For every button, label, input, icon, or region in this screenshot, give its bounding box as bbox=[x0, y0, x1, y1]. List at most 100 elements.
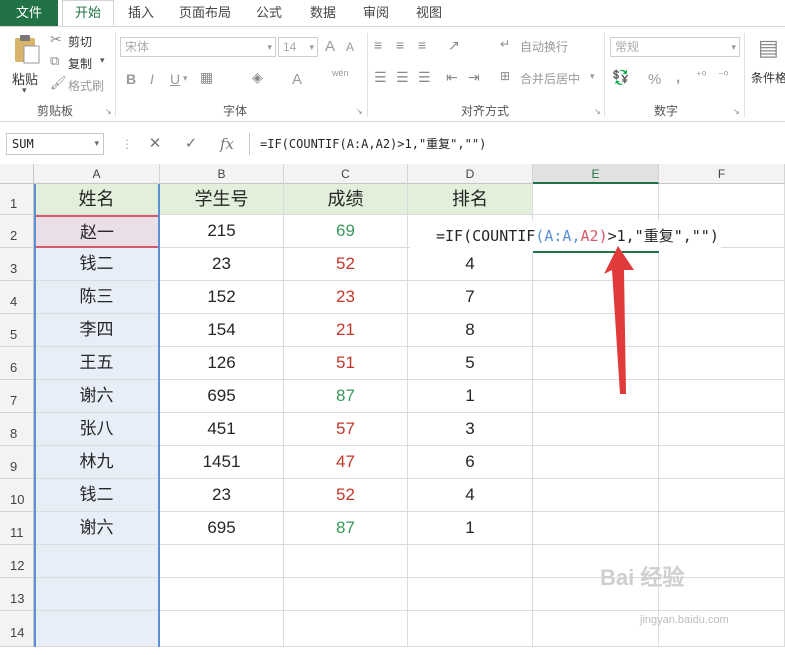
rank-cell[interactable]: 4 bbox=[408, 479, 533, 512]
score-cell[interactable]: 52 bbox=[284, 248, 408, 281]
cell-f[interactable] bbox=[659, 479, 785, 512]
cell-e[interactable] bbox=[533, 347, 659, 380]
increase-indent-icon[interactable]: ⇥ bbox=[468, 69, 480, 86]
row-header-12[interactable]: 12 bbox=[0, 545, 34, 578]
empty-cell[interactable] bbox=[160, 611, 284, 647]
column-header-e[interactable]: E bbox=[533, 164, 659, 184]
merge-center-button[interactable]: ⊞ 合并后居中 ▾ bbox=[500, 69, 598, 87]
cell-f[interactable] bbox=[659, 413, 785, 446]
tab-data[interactable]: 数据 bbox=[300, 0, 346, 26]
student-id-cell[interactable]: 126 bbox=[160, 347, 284, 380]
name-cell[interactable]: 张八 bbox=[34, 413, 160, 446]
rank-cell[interactable]: 5 bbox=[408, 347, 533, 380]
name-cell[interactable]: 钱二 bbox=[34, 479, 160, 512]
cell-f1[interactable] bbox=[659, 184, 785, 215]
row-header-1[interactable]: 1 bbox=[0, 184, 34, 215]
column-header-c[interactable]: C bbox=[284, 164, 408, 184]
grow-font-button[interactable]: A bbox=[325, 38, 335, 55]
wrap-text-button[interactable]: ↵ 自动换行 bbox=[500, 37, 580, 55]
rank-cell[interactable]: 4 bbox=[408, 248, 533, 281]
row-header-5[interactable]: 5 bbox=[0, 314, 34, 347]
rank-cell[interactable]: 7 bbox=[408, 281, 533, 314]
name-cell[interactable] bbox=[34, 545, 160, 578]
student-id-cell[interactable]: 695 bbox=[160, 380, 284, 413]
score-cell[interactable]: 87 bbox=[284, 512, 408, 545]
empty-cell[interactable] bbox=[160, 545, 284, 578]
score-cell[interactable]: 87 bbox=[284, 380, 408, 413]
row-header-11[interactable]: 11 bbox=[0, 512, 34, 545]
row-header-3[interactable]: 3 bbox=[0, 248, 34, 281]
enter-formula-button[interactable]: ✓ bbox=[178, 133, 204, 155]
cell-e[interactable] bbox=[533, 413, 659, 446]
rank-cell[interactable]: 3 bbox=[408, 413, 533, 446]
tab-file[interactable]: 文件 bbox=[0, 0, 58, 26]
empty-cell[interactable] bbox=[408, 545, 533, 578]
align-right-icon[interactable]: ☰ bbox=[418, 69, 431, 86]
conditional-formatting-button[interactable]: ▤ 条件格 bbox=[748, 33, 785, 97]
column-header-f[interactable]: F bbox=[659, 164, 785, 184]
student-id-cell[interactable]: 451 bbox=[160, 413, 284, 446]
name-cell[interactable]: 陈三 bbox=[34, 281, 160, 314]
cell-e[interactable] bbox=[533, 314, 659, 347]
italic-button[interactable]: I bbox=[150, 71, 154, 87]
name-cell[interactable]: 谢六 bbox=[34, 512, 160, 545]
name-cell[interactable] bbox=[34, 578, 160, 611]
column-header-d[interactable]: D bbox=[408, 164, 533, 184]
currency-icon[interactable]: 💱 bbox=[612, 69, 629, 86]
phonetic-button[interactable]: wén bbox=[332, 68, 349, 78]
row-header-7[interactable]: 7 bbox=[0, 380, 34, 413]
bold-button[interactable]: B bbox=[126, 71, 136, 87]
column-header-a[interactable]: A bbox=[34, 164, 160, 184]
tab-view[interactable]: 视图 bbox=[406, 0, 452, 26]
row-header-14[interactable]: 14 bbox=[0, 611, 34, 647]
row-header-8[interactable]: 8 bbox=[0, 413, 34, 446]
empty-cell[interactable] bbox=[284, 545, 408, 578]
score-cell[interactable]: 21 bbox=[284, 314, 408, 347]
number-format-select[interactable]: 常规 ▾ bbox=[610, 37, 740, 57]
student-id-cell[interactable]: 23 bbox=[160, 479, 284, 512]
number-launcher-icon[interactable]: ↘ bbox=[733, 107, 740, 116]
student-id-cell[interactable]: 23 bbox=[160, 248, 284, 281]
copy-button[interactable]: ⧉ 复制 ▾ bbox=[48, 53, 112, 71]
tab-formulas[interactable]: 公式 bbox=[246, 0, 292, 26]
tab-home[interactable]: 开始 bbox=[62, 0, 114, 26]
cell-f[interactable] bbox=[659, 347, 785, 380]
percent-button[interactable]: % bbox=[648, 71, 661, 88]
row-header-6[interactable]: 6 bbox=[0, 347, 34, 380]
cell-f[interactable] bbox=[659, 446, 785, 479]
insert-function-button[interactable]: fx bbox=[214, 133, 240, 155]
score-cell[interactable]: 69 bbox=[284, 215, 408, 248]
score-cell[interactable]: 51 bbox=[284, 347, 408, 380]
name-cell[interactable]: 李四 bbox=[34, 314, 160, 347]
cancel-formula-button[interactable]: ✕ bbox=[142, 133, 168, 155]
cell-e[interactable] bbox=[533, 479, 659, 512]
rank-cell[interactable]: 8 bbox=[408, 314, 533, 347]
empty-cell[interactable] bbox=[284, 578, 408, 611]
active-cell-a2[interactable]: 赵一 bbox=[34, 215, 160, 248]
border-icon[interactable]: ▦ bbox=[200, 69, 213, 86]
cell-f[interactable] bbox=[659, 314, 785, 347]
name-box[interactable]: SUM ▾ bbox=[6, 133, 104, 155]
rank-cell[interactable]: 1 bbox=[408, 512, 533, 545]
row-header-10[interactable]: 10 bbox=[0, 479, 34, 512]
student-id-cell[interactable]: 215 bbox=[160, 215, 284, 248]
name-cell[interactable]: 王五 bbox=[34, 347, 160, 380]
tab-page-layout[interactable]: 页面布局 bbox=[170, 0, 240, 26]
select-all-corner[interactable] bbox=[0, 164, 34, 184]
align-middle-icon[interactable]: ≡ bbox=[396, 37, 404, 53]
score-cell[interactable]: 57 bbox=[284, 413, 408, 446]
cell-e[interactable] bbox=[533, 380, 659, 413]
decrease-decimal-icon[interactable]: ⁻⁰ bbox=[718, 69, 728, 82]
header-cell[interactable]: 排名 bbox=[408, 184, 533, 215]
student-id-cell[interactable]: 1451 bbox=[160, 446, 284, 479]
cut-button[interactable]: ✂ 剪切 bbox=[48, 31, 108, 49]
student-id-cell[interactable]: 154 bbox=[160, 314, 284, 347]
header-cell[interactable]: 学生号 bbox=[160, 184, 284, 215]
header-cell[interactable]: 成绩 bbox=[284, 184, 408, 215]
cell-f[interactable] bbox=[659, 380, 785, 413]
row-header-13[interactable]: 13 bbox=[0, 578, 34, 611]
font-name-select[interactable]: 宋体 ▾ bbox=[120, 37, 276, 57]
copy-dropdown-icon[interactable]: ▾ bbox=[100, 55, 105, 66]
header-cell[interactable]: 姓名 bbox=[34, 184, 160, 215]
empty-cell[interactable] bbox=[160, 578, 284, 611]
